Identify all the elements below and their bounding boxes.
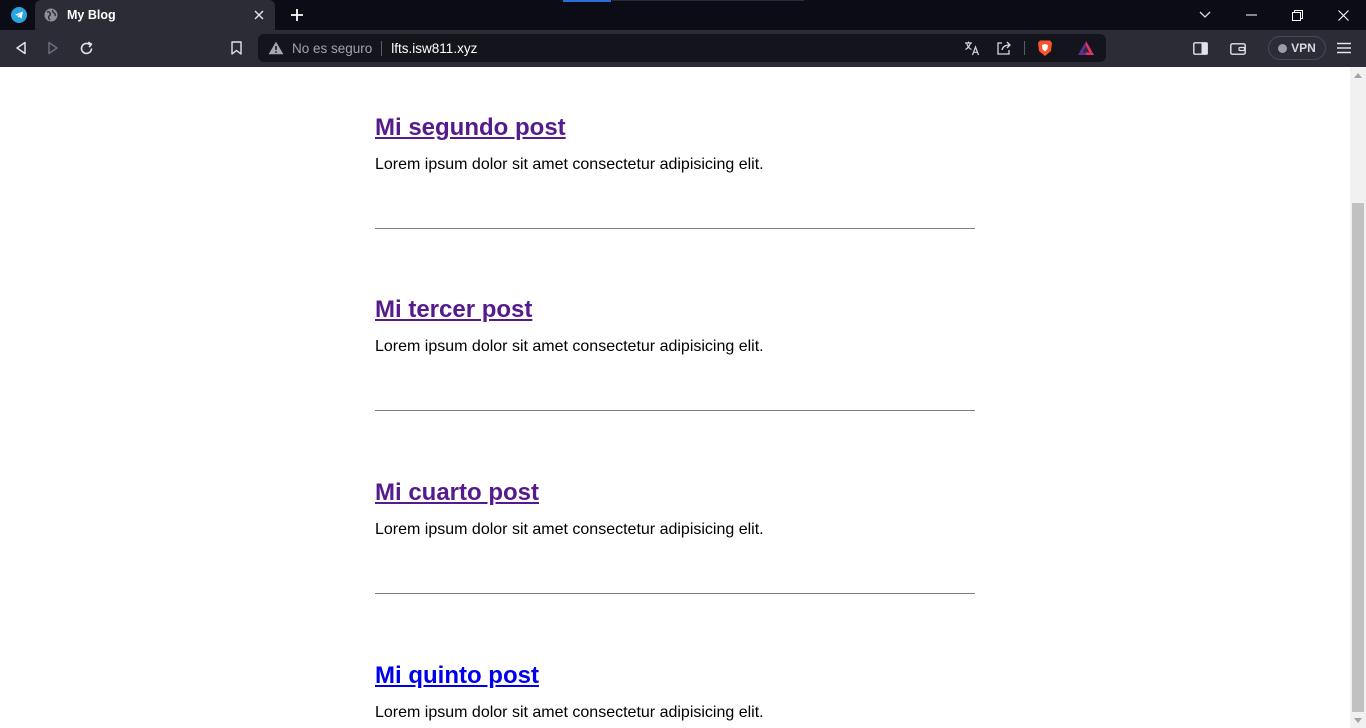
sidebar-button[interactable]	[1188, 37, 1212, 59]
scroll-down-arrow-icon[interactable]	[1350, 712, 1366, 728]
post-excerpt: Lorem ipsum dolor sit amet consectetur a…	[375, 338, 764, 355]
share-icon[interactable]	[992, 37, 1016, 59]
address-divider	[381, 40, 383, 56]
forward-arrow-icon	[48, 41, 58, 55]
post-item: Mi quinto post Lorem ipsum dolor sit ame…	[375, 662, 975, 721]
post-item: Mi cuarto post Lorem ipsum dolor sit ame…	[375, 479, 975, 538]
page-viewport: Mi segundo post Lorem ipsum dolor sit am…	[0, 67, 1350, 728]
vpn-status-icon	[1278, 43, 1288, 53]
vpn-button[interactable]: VPN	[1268, 36, 1326, 60]
vpn-label: VPN	[1291, 41, 1316, 55]
scrollbar-thumb[interactable]	[1352, 203, 1364, 712]
page-scrollbar[interactable]	[1350, 67, 1366, 728]
chevron-down-icon	[1199, 11, 1211, 18]
restore-button[interactable]	[1274, 0, 1320, 30]
post-excerpt: Lorem ipsum dolor sit amet consectetur a…	[375, 704, 764, 721]
brave-shield-icon[interactable]	[1033, 37, 1057, 59]
bookmark-icon	[230, 41, 242, 55]
post-title-link[interactable]: Mi cuarto post	[375, 479, 539, 507]
hamburger-menu-icon	[1337, 42, 1351, 54]
address-bar[interactable]: No es seguro lfts.isw811.xyz	[258, 34, 1106, 62]
url-text[interactable]: lfts.isw811.xyz	[391, 41, 477, 56]
post-divider	[375, 593, 975, 594]
new-tab-button[interactable]	[286, 5, 308, 25]
restore-icon	[1291, 9, 1303, 21]
warning-icon[interactable]	[268, 40, 284, 56]
tab-my-blog[interactable]: My Blog	[35, 0, 275, 30]
security-label[interactable]: No es seguro	[292, 41, 372, 56]
toolbar-divider	[1024, 41, 1025, 55]
post-divider	[375, 228, 975, 229]
pinned-tab-telegram[interactable]	[6, 4, 32, 26]
post-divider	[375, 410, 975, 411]
tab-loading-indicator	[563, 0, 611, 2]
minimize-icon	[1245, 14, 1257, 16]
post-excerpt: Lorem ipsum dolor sit amet consectetur a…	[375, 521, 764, 538]
browser-toolbar: No es seguro lfts.isw811.xyz VPN	[0, 30, 1366, 67]
post-title-link[interactable]: Mi segundo post	[375, 114, 566, 142]
menu-button[interactable]	[1332, 37, 1356, 59]
close-icon[interactable]	[251, 7, 267, 23]
scroll-up-arrow-icon[interactable]	[1350, 67, 1366, 83]
post-item: Mi segundo post Lorem ipsum dolor sit am…	[375, 114, 975, 173]
reload-icon	[80, 41, 93, 54]
tab-search-button[interactable]	[1182, 0, 1228, 30]
tab-strip-divider	[612, 0, 804, 1]
wallet-icon	[1230, 42, 1246, 55]
post-title-link[interactable]: Mi quinto post	[375, 662, 539, 690]
globe-icon	[43, 7, 59, 23]
sidebar-icon	[1192, 41, 1208, 55]
reload-button[interactable]	[74, 37, 98, 59]
post-excerpt: Lorem ipsum dolor sit amet consectetur a…	[375, 156, 764, 173]
wallet-button[interactable]	[1226, 37, 1250, 59]
plus-icon	[291, 9, 303, 21]
brave-rewards-icon[interactable]	[1074, 37, 1098, 59]
back-arrow-icon	[16, 41, 26, 55]
telegram-icon	[11, 7, 27, 23]
post-item: Mi tercer post Lorem ipsum dolor sit ame…	[375, 296, 975, 355]
close-icon	[1337, 9, 1349, 21]
minimize-button[interactable]	[1228, 0, 1274, 30]
tab-title: My Blog	[67, 8, 116, 22]
bookmark-button[interactable]	[224, 37, 248, 59]
back-button[interactable]	[9, 37, 33, 59]
forward-button[interactable]	[41, 37, 65, 59]
close-window-button[interactable]	[1320, 0, 1366, 30]
post-title-link[interactable]: Mi tercer post	[375, 296, 532, 324]
translate-icon[interactable]	[960, 37, 984, 59]
tab-strip: My Blog	[0, 0, 1366, 30]
address-bar-actions	[952, 37, 1098, 59]
